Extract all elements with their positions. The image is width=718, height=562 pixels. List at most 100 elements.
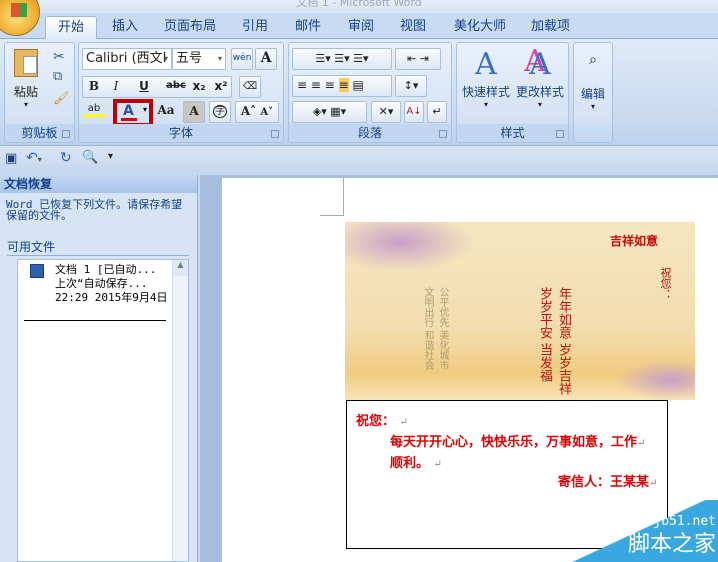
office-logo-icon [11, 3, 27, 17]
paste-label: 粘贴 [13, 85, 38, 99]
group-clipboard: 粘贴 ▾ ✂ ⧉ 🖌 剪贴板 [4, 42, 75, 143]
indent-buttons[interactable]: ⇤ ⇥ [395, 48, 441, 70]
tab-page-layout[interactable]: 页面布局 [155, 16, 225, 39]
format-buttons [82, 76, 232, 98]
watermark-name: 脚本之家 [627, 532, 716, 557]
cut-icon[interactable]: ✂ [53, 49, 65, 65]
font-color-swatch [121, 118, 137, 121]
tab-insert[interactable]: 插入 [100, 16, 150, 39]
group-label-font: 字体 [79, 124, 283, 142]
list-buttons[interactable]: ☰▾ ☰▾ ☰▾ [292, 48, 392, 70]
italic-button[interactable]: I [107, 79, 125, 93]
character-shading-button[interactable]: A [183, 101, 205, 123]
enclose-characters-button[interactable]: 字 [209, 101, 231, 123]
clipboard-icon [14, 49, 38, 77]
binoculars-icon: ⌕ [589, 52, 597, 68]
customize-qat-icon[interactable]: ▾ [108, 151, 113, 162]
pinyin-guide-button[interactable]: wén [231, 48, 253, 70]
plum-blossom-branch [345, 222, 475, 272]
highlight-button[interactable]: ab [83, 103, 105, 117]
picture-stamp: 吉祥如意 [610, 234, 659, 248]
quick-styles-button[interactable]: A 快速样式 ▾ [459, 47, 513, 109]
character-border-button[interactable]: A [255, 48, 277, 70]
picture-wish: 祝您： [659, 267, 672, 300]
word-document-icon [30, 264, 44, 278]
tab-addins[interactable]: 加载项 [523, 16, 578, 39]
file-list-scrollbar[interactable]: ▲ [172, 260, 188, 561]
group-font: Calibri (西文I ▾ 五号 ▾ wén A B I U abc x₂ x² … [78, 42, 284, 143]
change-styles-button[interactable]: A 更改样式 ▾ [513, 47, 567, 109]
dialog-launcher-icon[interactable] [556, 130, 564, 138]
group-label-styles: 样式 [457, 124, 568, 142]
available-files-label: 可用文件 [7, 238, 189, 256]
change-case-button[interactable]: Aa [153, 103, 179, 117]
file-time: 22:29 2015年9月4日 [55, 291, 168, 304]
window-title: 文档 1 - Microsoft Word [296, 0, 422, 9]
wish-line-1: 每天开开心心，快快乐乐，万事如意，工作↵ [390, 435, 646, 450]
bold-button[interactable]: B [85, 79, 103, 93]
picture-verse: 年年如意 岁岁吉祥 岁岁平安 当发福 [537, 287, 571, 396]
group-label-paragraph: 段落 [289, 124, 451, 142]
font-size-buttons: A˄ A˅ [235, 101, 279, 123]
shading-border-buttons[interactable]: ◈▾ ▦▾ [292, 101, 367, 123]
greeting-card-picture[interactable]: 吉祥如意 祝您： 年年如意 岁岁吉祥 岁岁平安 当发福 公平优先 美化城市 文明… [345, 222, 695, 400]
watermark: jb51.net 脚本之家 [568, 500, 718, 562]
superscript-button[interactable]: x² [211, 79, 231, 93]
sort-button[interactable]: A↓ [404, 101, 424, 123]
greeting-line: 祝您： ↵ [356, 414, 408, 429]
group-paragraph: ☰▾ ☰▾ ☰▾ ⇤ ⇥ ≡ ≡ ≡ ≡ ▤ ↕▾ ◈▾ ▦▾ ✕▾ A↓ ↵ … [288, 42, 452, 143]
clear-formatting-button[interactable]: ⌫ [239, 76, 261, 98]
align-buttons[interactable]: ≡ ≡ ≡ ≡ ▤ [292, 75, 392, 97]
quick-access-toolbar: ▣ ↶▾ ↻ 🔍 ▾ [0, 145, 718, 173]
editing-button[interactable]: ⌕ 编辑 ▾ [578, 47, 608, 111]
picture-faint-text: 公平优先 美化城市 文明出行 和谐社会 [422, 287, 448, 371]
font-name-select[interactable]: Calibri (西文I ▾ [82, 48, 172, 70]
sender-line: 寄信人：王某某↵ [558, 475, 658, 490]
plum-blossom-branch [615, 360, 695, 400]
wish-line-2: 顺利。 ↵ [390, 456, 442, 471]
ribbon-tabs: 开始 插入 页面布局 引用 邮件 审阅 视图 美化大师 加载项 [0, 13, 718, 39]
file-status: 上次“自动保存... [55, 277, 148, 290]
chinese-layout-button[interactable]: ✕▾ [371, 101, 401, 123]
recovery-message: Word 已恢复下列文件。请保存希望保留的文件。 [6, 198, 183, 222]
shrink-font-button[interactable]: A˅ [260, 107, 273, 118]
grow-font-button[interactable]: A˄ [241, 104, 256, 118]
recovered-file-item[interactable]: 文档 1 [已自动... 上次“自动保存... 22:29 2015年9月4日 [18, 260, 173, 322]
document-recovery-pane: 文档恢复 Word 已恢复下列文件。请保存希望保留的文件。 可用文件 文档 1 … [0, 175, 198, 562]
title-bar: 文档 1 - Microsoft Word [0, 0, 718, 13]
redo-icon[interactable]: ↻ [60, 150, 72, 166]
quick-styles-icon: A [475, 47, 497, 82]
font-color-icon: A [123, 103, 134, 119]
subscript-button[interactable]: x₂ [189, 79, 209, 93]
paste-button[interactable]: 粘贴 ▾ [11, 49, 41, 119]
tab-view[interactable]: 视图 [388, 16, 438, 39]
font-color-button[interactable]: A ▾ [113, 99, 153, 127]
ribbon: 粘贴 ▾ ✂ ⧉ 🖌 剪贴板 Calibri (西文I ▾ 五号 ▾ wén A B … [0, 39, 718, 145]
margin-corner-mark [320, 178, 344, 216]
recovery-title: 文档恢复 [0, 175, 197, 193]
tab-review[interactable]: 审阅 [336, 16, 386, 39]
tab-home[interactable]: 开始 [45, 16, 97, 39]
dialog-launcher-icon[interactable] [62, 130, 70, 138]
line-spacing-button[interactable]: ↕▾ [395, 75, 427, 97]
tab-beautify[interactable]: 美化大师 [445, 16, 515, 39]
group-editing: ⌕ 编辑 ▾ [573, 42, 613, 143]
format-painter-icon[interactable]: 🖌 [53, 91, 70, 106]
show-marks-button[interactable]: ↵ [427, 101, 447, 123]
print-preview-icon[interactable]: 🔍 [82, 150, 98, 165]
save-icon[interactable]: ▣ [5, 151, 17, 166]
watermark-site: jb51.net [653, 514, 716, 529]
tab-references[interactable]: 引用 [230, 16, 280, 39]
tab-mailings[interactable]: 邮件 [283, 16, 333, 39]
change-styles-icon: A [529, 47, 551, 82]
group-styles: A 快速样式 ▾ A 更改样式 ▾ 样式 [456, 42, 569, 143]
file-list: 文档 1 [已自动... 上次“自动保存... 22:29 2015年9月4日 … [17, 259, 189, 562]
file-name: 文档 1 [已自动... [55, 263, 157, 276]
dialog-launcher-icon[interactable] [439, 130, 447, 138]
underline-button[interactable]: U [131, 79, 157, 93]
dialog-launcher-icon[interactable] [271, 130, 279, 138]
copy-icon[interactable]: ⧉ [53, 69, 62, 84]
font-size-select[interactable]: 五号 ▾ [172, 48, 226, 70]
strikethrough-button[interactable]: abc [165, 80, 187, 91]
undo-icon[interactable]: ↶▾ [26, 150, 42, 166]
